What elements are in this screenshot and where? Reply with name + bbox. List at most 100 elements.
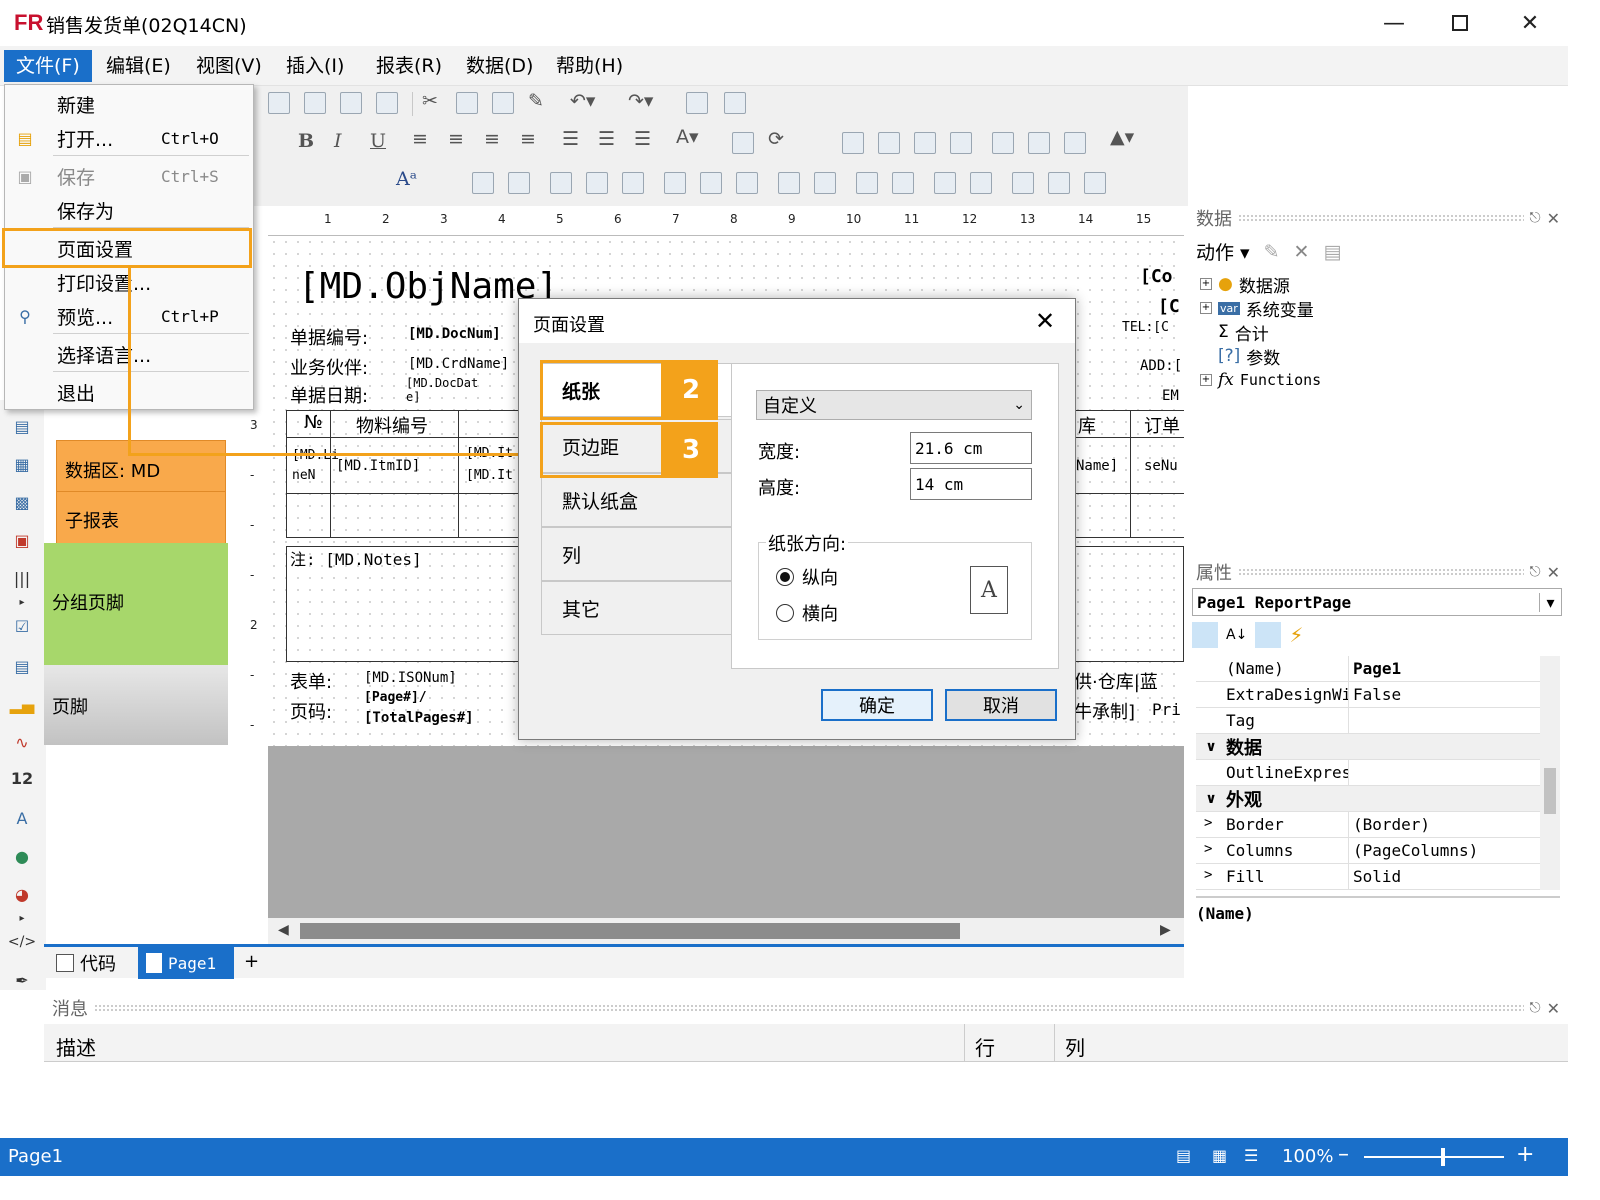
map-object-icon[interactable]: ● <box>10 844 34 868</box>
zoom-slider-thumb[interactable] <box>1441 1148 1445 1166</box>
view-page-icon[interactable]: ▦ <box>1212 1146 1227 1165</box>
zip-code-object-icon[interactable]: 12 <box>10 766 34 790</box>
menu-insert[interactable]: 插入(I) <box>274 50 356 82</box>
property-category[interactable]: ∨ 外观 <box>1196 786 1558 812</box>
scroll-left-icon[interactable]: ◀ <box>278 922 289 938</box>
new-page-icon[interactable] <box>268 92 290 114</box>
rotate-icon[interactable]: ⟳ <box>768 128 784 150</box>
address-field[interactable]: ADD:[ <box>1140 358 1182 374</box>
delete-page-icon[interactable] <box>340 92 362 114</box>
portrait-radio[interactable]: 纵向 <box>776 564 838 590</box>
expand-icon[interactable]: + <box>1200 374 1212 386</box>
property-value[interactable] <box>1348 760 1558 785</box>
email-field[interactable]: EM <box>1162 388 1179 404</box>
space-vertical-icon[interactable] <box>814 172 836 194</box>
picture-object-icon[interactable]: ▣ <box>10 528 34 552</box>
expand-icon[interactable]: > <box>1204 841 1212 857</box>
center-horizontal-icon[interactable] <box>856 172 878 194</box>
align-centers-icon[interactable] <box>508 172 530 194</box>
menu-item-open[interactable]: ▤ 打开... Ctrl+O <box>5 121 253 155</box>
footer-text[interactable]: 供·仓库|蓝 <box>1074 668 1158 694</box>
property-row[interactable]: OutlineExpres <box>1196 760 1558 786</box>
radio-button[interactable] <box>776 604 794 622</box>
menu-edit[interactable]: 编辑(E) <box>94 50 183 82</box>
align-middles-icon[interactable] <box>622 172 644 194</box>
sequence-field[interactable]: seNu <box>1144 458 1178 474</box>
close-icon[interactable]: ✕ <box>1547 999 1560 1018</box>
item-id-field[interactable]: [MD.ItmID] <box>336 458 420 474</box>
close-button[interactable]: ✕ <box>1500 6 1560 40</box>
group-icon[interactable] <box>686 92 708 114</box>
tree-item-parameters[interactable]: [?] 参数 <box>1200 344 1321 369</box>
same-height-icon[interactable] <box>700 172 722 194</box>
total-pages-field[interactable]: [TotalPages#] <box>364 710 474 726</box>
expand-icon[interactable]: + <box>1200 302 1212 314</box>
send-back-icon[interactable] <box>970 172 992 194</box>
collapse-icon[interactable]: ∨ <box>1196 791 1226 807</box>
property-scrollbar[interactable] <box>1540 656 1560 890</box>
menu-file[interactable]: 文件(F) <box>4 50 92 82</box>
format-painter-icon[interactable]: ✎ <box>528 90 544 112</box>
align-to-grid-icon[interactable] <box>1048 172 1070 194</box>
space-horizontal-icon[interactable] <box>778 172 800 194</box>
align-right-edges-icon[interactable] <box>550 172 572 194</box>
chart-object-icon[interactable]: ▂▄ <box>10 692 35 716</box>
scrollbar-thumb[interactable] <box>1544 768 1556 814</box>
fill-color-icon[interactable]: ▲▾ <box>1110 126 1134 148</box>
border-left-icon[interactable] <box>914 132 936 154</box>
pin-icon[interactable]: ⎋ <box>1530 1000 1541 1016</box>
menu-view[interactable]: 视图(V) <box>184 50 274 82</box>
property-row[interactable]: > Fill Solid <box>1196 864 1558 890</box>
height-input[interactable]: 14 cm <box>910 468 1032 500</box>
table-object-icon[interactable]: ▦ <box>10 452 34 476</box>
property-row[interactable]: > Border (Border) <box>1196 812 1558 838</box>
text-color-icon[interactable]: A▾ <box>676 126 699 148</box>
width-input[interactable]: 21.6 cm <box>910 432 1032 464</box>
ungroup-icon[interactable] <box>724 92 746 114</box>
align-right-icon[interactable]: ≡ <box>484 128 500 150</box>
col-row[interactable]: 行 <box>964 1024 1005 1062</box>
text-object-icon[interactable]: ▤ <box>10 414 34 438</box>
expand-icon[interactable]: > <box>1204 867 1212 883</box>
align-left-icon[interactable]: ≡ <box>412 128 428 150</box>
italic-icon[interactable]: I <box>334 130 342 152</box>
notes-field[interactable]: 注: [MD.Notes] <box>290 546 422 570</box>
paste-icon[interactable] <box>492 92 514 114</box>
pin-icon[interactable]: ⎋ <box>1530 210 1541 226</box>
border-right-icon[interactable] <box>950 132 972 154</box>
html-object-icon[interactable]: </> <box>8 930 36 954</box>
pin-icon[interactable]: ⎋ <box>1530 564 1541 580</box>
border-top-icon[interactable] <box>842 132 864 154</box>
menu-item-save[interactable]: ▣ 保存 Ctrl+S <box>5 159 253 193</box>
view-list-icon[interactable]: ☰ <box>1244 1146 1258 1165</box>
doc-number-field[interactable]: [MD.DocNum] <box>408 326 501 342</box>
expand-icon[interactable]: + <box>1200 278 1212 290</box>
property-row[interactable]: ExtraDesignWi False <box>1196 682 1558 708</box>
align-center-icon[interactable]: ≡ <box>448 128 464 150</box>
dialog-close-button[interactable]: ✕ <box>1035 307 1055 335</box>
tree-item-functions[interactable]: + fx Functions <box>1200 368 1321 392</box>
align-top-edges-icon[interactable] <box>586 172 608 194</box>
tab-paper-source[interactable]: 默认纸盒 <box>541 473 733 527</box>
footer-text[interactable]: 牛承制] <box>1074 698 1135 724</box>
zoom-in-button[interactable]: + <box>1516 1142 1534 1167</box>
events-icon[interactable]: ⚡ <box>1289 623 1303 647</box>
bring-front-icon[interactable] <box>934 172 956 194</box>
highlight-icon[interactable] <box>732 132 754 154</box>
property-value[interactable]: (PageColumns) <box>1348 838 1558 863</box>
page-settings-icon[interactable] <box>376 92 398 114</box>
richtext-object-icon[interactable]: ▤ <box>10 654 34 678</box>
tree-item-system-variables[interactable]: + var 系统变量 <box>1200 296 1321 321</box>
actions-dropdown[interactable]: 动作 ▾ <box>1196 238 1250 265</box>
object-selector[interactable]: Page1 ReportPage ▾ <box>1192 588 1562 616</box>
band-page-footer[interactable]: 页脚 <box>44 665 228 745</box>
border-all-icon[interactable] <box>992 132 1014 154</box>
col-column[interactable]: 列 <box>1054 1024 1095 1062</box>
doc-date-field[interactable]: [MD.DocDat e] <box>406 376 482 404</box>
minimize-button[interactable]: — <box>1364 6 1424 40</box>
landscape-radio[interactable]: 横向 <box>776 600 838 626</box>
view-normal-icon[interactable]: ▤ <box>1176 1146 1191 1165</box>
tab-other[interactable]: 其它 <box>541 581 733 635</box>
cancel-button[interactable]: 取消 <box>945 689 1057 721</box>
border-none-icon[interactable] <box>1028 132 1050 154</box>
